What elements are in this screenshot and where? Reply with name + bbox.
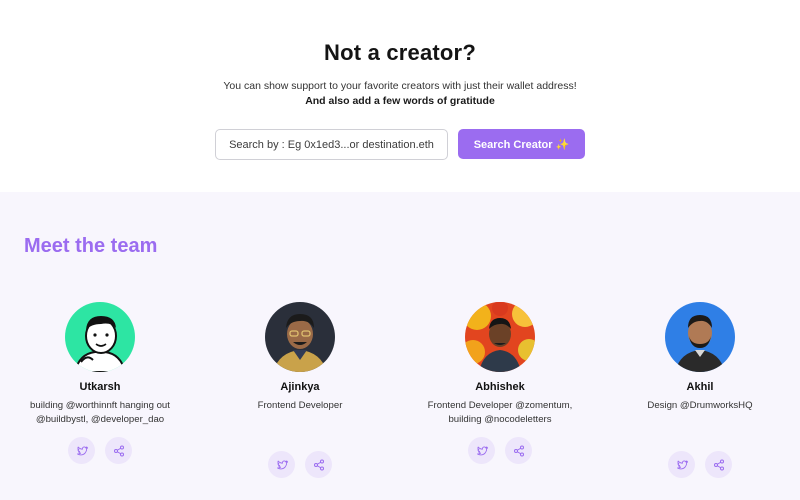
team-member-card: Utkarsh building @worthinnft hanging out… (0, 302, 200, 478)
member-name: Ajinkya (280, 381, 320, 393)
hero-subtitle-bold: And also add a few words of gratitude (305, 95, 495, 107)
hero-section: Not a creator? You can show support to y… (0, 0, 800, 192)
member-name: Akhil (686, 381, 714, 393)
team-members: Utkarsh building @worthinnft hanging out… (0, 302, 800, 478)
share-icon[interactable] (305, 451, 332, 478)
twitter-icon[interactable] (268, 451, 295, 478)
avatar (465, 302, 535, 372)
share-icon[interactable] (105, 437, 132, 464)
avatar (665, 302, 735, 372)
search-input[interactable] (215, 129, 448, 160)
member-name: Abhishek (475, 381, 525, 393)
member-links (600, 451, 800, 478)
member-bio: Frontend Developer (257, 400, 343, 411)
twitter-icon[interactable] (668, 451, 695, 478)
search-row: Search Creator ✨ (0, 129, 800, 160)
member-bio: Design @DrumworksHQ (647, 400, 753, 411)
member-bio: building @worthinnft hanging out @buildb… (30, 400, 170, 425)
page-title: Not a creator? (324, 40, 476, 65)
member-name: Utkarsh (79, 381, 121, 393)
hero-subtitle: You can show support to your favorite cr… (223, 80, 577, 92)
member-bio: Frontend Developer @zomentum, building @… (427, 400, 573, 425)
avatar (65, 302, 135, 372)
twitter-icon[interactable] (468, 437, 495, 464)
share-icon[interactable] (705, 451, 732, 478)
team-section: Meet the team Utkarsh building @worthinn… (0, 192, 800, 500)
search-creator-button[interactable]: Search Creator ✨ (458, 129, 585, 159)
team-member-card: Akhil Design @DrumworksHQ (600, 302, 800, 478)
twitter-icon[interactable] (68, 437, 95, 464)
team-member-card: Abhishek Frontend Developer @zomentum, b… (400, 302, 600, 478)
team-member-card: Ajinkya Frontend Developer (200, 302, 400, 478)
member-links (200, 451, 400, 478)
team-heading: Meet the team (24, 235, 158, 257)
avatar (265, 302, 335, 372)
member-links (0, 437, 200, 464)
share-icon[interactable] (505, 437, 532, 464)
member-links (400, 437, 600, 464)
